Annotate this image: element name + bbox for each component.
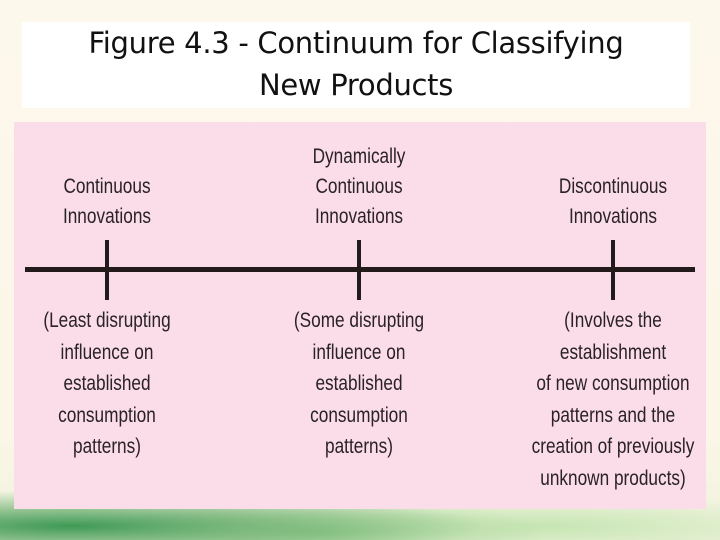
description-line: influence on bbox=[60, 340, 154, 364]
tick-discontinuous bbox=[611, 240, 615, 300]
description-line: creation of previously bbox=[531, 435, 695, 458]
tick-dynamically-continuous bbox=[357, 240, 361, 300]
name-line: Innovations bbox=[314, 205, 404, 228]
name-line: Continuous bbox=[63, 175, 151, 198]
description-line: consumption bbox=[310, 403, 408, 427]
point-description-dynamically-continuous: (Some disrupting influence on establishe… bbox=[277, 305, 441, 463]
description-line: (Least disrupting bbox=[43, 309, 171, 332]
slide-title: Figure 4.3 - Continuum for Classifying N… bbox=[22, 22, 690, 108]
description-line: consumption bbox=[58, 403, 156, 427]
description-line: established bbox=[63, 372, 151, 395]
name-line: Dynamically bbox=[312, 145, 406, 168]
continuum-diagram: Continuous Innovations (Least disrupting… bbox=[14, 122, 706, 509]
point-name-continuous: Continuous Innovations bbox=[25, 172, 189, 232]
description-line: patterns) bbox=[73, 435, 141, 458]
description-line: establishment bbox=[559, 340, 667, 364]
name-line: Innovations bbox=[62, 205, 152, 228]
title-line-2: New Products bbox=[258, 68, 454, 102]
point-description-discontinuous: (Involves the establishment of new consu… bbox=[515, 305, 712, 494]
description-line: (Involves the bbox=[564, 309, 662, 332]
description-line: patterns) bbox=[325, 435, 393, 458]
point-name-dynamically-continuous: Dynamically Continuous Innovations bbox=[277, 142, 441, 232]
description-line: established bbox=[315, 372, 403, 395]
description-line: unknown products) bbox=[540, 466, 686, 490]
description-line: influence on bbox=[312, 340, 406, 364]
description-line: patterns and the bbox=[550, 403, 676, 427]
name-line: Innovations bbox=[568, 205, 658, 228]
description-line: of new consumption bbox=[536, 372, 690, 395]
point-name-discontinuous: Discontinuous Innovations bbox=[523, 172, 703, 232]
name-line: Continuous bbox=[315, 175, 403, 198]
title-line-1: Figure 4.3 - Continuum for Classifying bbox=[88, 26, 624, 60]
description-line: (Some disrupting bbox=[293, 309, 425, 332]
name-line: Discontinuous bbox=[558, 175, 668, 198]
point-description-continuous: (Least disrupting influence on establish… bbox=[25, 305, 189, 463]
tick-continuous bbox=[105, 240, 109, 300]
